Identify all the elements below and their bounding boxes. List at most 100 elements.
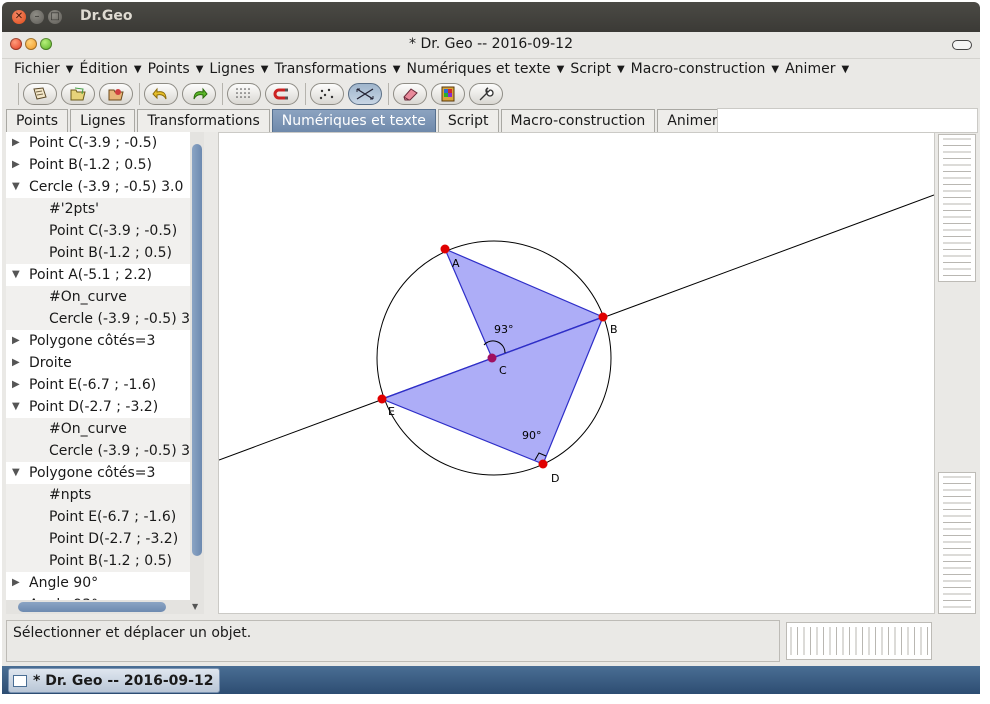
expanded-arrow-icon[interactable]: ▼ bbox=[12, 396, 20, 418]
tree-row-label: Angle 90° bbox=[29, 575, 99, 591]
collapse-toolbar-button[interactable] bbox=[952, 40, 972, 50]
new-document-button[interactable] bbox=[23, 83, 57, 105]
tree-row[interactable]: ▶ Point C(-3.9 ; -0.5) bbox=[6, 132, 190, 154]
tree-row[interactable]: Cercle (-3.9 ; -0.5) 3.0 bbox=[6, 308, 190, 330]
drawing-canvas[interactable]: 93° 90° A B C D E bbox=[218, 132, 935, 614]
collapsed-arrow-icon[interactable]: ▶ bbox=[12, 374, 20, 396]
collapsed-arrow-icon[interactable]: ▶ bbox=[12, 154, 20, 176]
menu-lignes[interactable]: Lignes ▼ bbox=[209, 61, 270, 77]
tree-row[interactable]: #'2pts' bbox=[6, 198, 190, 220]
menu-macro[interactable]: Macro-construction ▼ bbox=[631, 61, 781, 77]
palette-button[interactable] bbox=[431, 83, 465, 105]
tree-row-label: Point C(-3.9 ; -0.5) bbox=[29, 135, 158, 151]
point-a-label: A bbox=[452, 257, 460, 270]
point-a[interactable] bbox=[440, 244, 450, 254]
outer-window-title: Dr.Geo bbox=[80, 8, 133, 24]
point-d-label: D bbox=[551, 472, 559, 485]
tree-row-label: Point B(-1.2 ; 0.5) bbox=[29, 157, 152, 173]
collapsed-arrow-icon[interactable]: ▶ bbox=[12, 330, 20, 352]
expanded-arrow-icon[interactable]: ▼ bbox=[12, 462, 20, 484]
tree-row[interactable]: #npts bbox=[6, 484, 190, 506]
tree-row[interactable]: #On_curve bbox=[6, 418, 190, 440]
menu-points[interactable]: Points ▼ bbox=[148, 61, 206, 77]
axes-button[interactable] bbox=[348, 83, 382, 105]
expanded-arrow-icon[interactable]: ▼ bbox=[12, 264, 20, 286]
angle-93-label: 93° bbox=[494, 323, 514, 336]
scroll-down-icon[interactable]: ▼ bbox=[192, 602, 198, 611]
tree-row[interactable]: ▶ Polygone côtés=3 bbox=[6, 330, 190, 352]
grid-icon bbox=[236, 88, 250, 98]
menu-transformations[interactable]: Transformations ▼ bbox=[274, 61, 402, 77]
minimize-window-icon[interactable]: – bbox=[30, 10, 44, 24]
open-folder-icon bbox=[70, 87, 86, 101]
collapsed-arrow-icon[interactable]: ▶ bbox=[12, 352, 20, 374]
tree-horizontal-scrollbar[interactable] bbox=[6, 600, 190, 614]
points-button[interactable] bbox=[310, 83, 344, 105]
magnet-button[interactable] bbox=[265, 83, 299, 105]
tree-row[interactable]: #On_curve bbox=[6, 286, 190, 308]
status-bar: Sélectionner et déplacer un objet. bbox=[6, 620, 780, 662]
tree-row-label: Cercle (-3.9 ; -0.5) 3.0 bbox=[49, 311, 190, 327]
tree-row[interactable]: ▼ Polygone côtés=3 bbox=[6, 462, 190, 484]
collapsed-arrow-icon[interactable]: ▶ bbox=[12, 572, 20, 594]
eraser-button[interactable] bbox=[393, 83, 427, 105]
tab-script[interactable]: Script bbox=[437, 109, 499, 132]
tree-row[interactable]: ▶ Angle 90° bbox=[6, 572, 190, 594]
point-d[interactable] bbox=[538, 459, 548, 469]
tree-row[interactable]: ▼ Point D(-2.7 ; -3.2) bbox=[6, 396, 190, 418]
tree-row[interactable]: ▼ Cercle (-3.9 ; -0.5) 3.0 bbox=[6, 176, 190, 198]
taskbar-window-button[interactable]: * Dr. Geo -- 2016-09-12 bbox=[8, 668, 221, 693]
tree-row[interactable]: ▶ Point E(-6.7 ; -1.6) bbox=[6, 374, 190, 396]
tab-points[interactable]: Points bbox=[6, 109, 69, 132]
menu-dropdown-icon: ▼ bbox=[260, 63, 269, 75]
settings-button[interactable] bbox=[469, 83, 503, 105]
points-icon bbox=[319, 88, 334, 100]
tree-row[interactable]: Cercle (-3.9 ; -0.5) 3.0 bbox=[6, 440, 190, 462]
tab-transformations[interactable]: Transformations bbox=[137, 109, 270, 132]
point-c-label: C bbox=[499, 364, 507, 377]
point-e[interactable] bbox=[377, 394, 387, 404]
tree-row-label: Point A(-5.1 ; 2.2) bbox=[29, 267, 152, 283]
tree-row[interactable]: Point E(-6.7 ; -1.6) bbox=[6, 506, 190, 528]
menu-script[interactable]: Script ▼ bbox=[570, 61, 626, 77]
tree-row[interactable]: ▶ Droite bbox=[6, 352, 190, 374]
new-document-icon bbox=[33, 87, 47, 100]
grid-button[interactable] bbox=[227, 83, 261, 105]
menu-edition[interactable]: Édition ▼ bbox=[79, 61, 143, 77]
redo-button[interactable] bbox=[182, 83, 216, 105]
vertical-ruler-top bbox=[938, 134, 976, 282]
horizontal-scroll-thumb[interactable] bbox=[18, 602, 166, 612]
taskbar-window-label: * Dr. Geo -- 2016-09-12 bbox=[33, 672, 214, 689]
menu-numeriques[interactable]: Numériques et texte ▼ bbox=[406, 61, 566, 77]
maximize-window-icon[interactable]: □ bbox=[48, 10, 62, 24]
menu-animer[interactable]: Animer ▼ bbox=[785, 61, 851, 77]
tree-row[interactable]: ▼ Point A(-5.1 ; 2.2) bbox=[6, 264, 190, 286]
tree-row[interactable]: Point C(-3.9 ; -0.5) bbox=[6, 220, 190, 242]
tree-row[interactable]: ▶ Point B(-1.2 ; 0.5) bbox=[6, 154, 190, 176]
inner-titlebar: * Dr. Geo -- 2016-09-12 bbox=[2, 32, 980, 59]
point-b[interactable] bbox=[598, 312, 608, 322]
vertical-ruler-bottom bbox=[938, 472, 976, 614]
tree-row[interactable]: Point B(-1.2 ; 0.5) bbox=[6, 550, 190, 572]
menu-dropdown-icon: ▼ bbox=[841, 63, 850, 75]
tree-row[interactable]: Point B(-1.2 ; 0.5) bbox=[6, 242, 190, 264]
close-window-icon[interactable]: ✕ bbox=[12, 10, 26, 24]
menu-dropdown-icon: ▼ bbox=[771, 63, 780, 75]
tree-row-label: #npts bbox=[49, 487, 92, 503]
tree-row[interactable]: Point D(-2.7 ; -3.2) bbox=[6, 528, 190, 550]
tab-numeriques[interactable]: Numériques et texte bbox=[271, 109, 436, 132]
collapsed-arrow-icon[interactable]: ▶ bbox=[12, 132, 20, 154]
open-recent-button[interactable] bbox=[99, 83, 133, 105]
taskbar: * Dr. Geo -- 2016-09-12 bbox=[2, 666, 980, 694]
undo-button[interactable] bbox=[144, 83, 178, 105]
tab-lignes[interactable]: Lignes bbox=[70, 109, 136, 132]
tab-macro[interactable]: Macro-construction bbox=[500, 109, 656, 132]
window-title: * Dr. Geo -- 2016-09-12 bbox=[409, 36, 573, 52]
point-c[interactable] bbox=[487, 353, 497, 363]
tree-vertical-scrollbar[interactable]: ▼ bbox=[190, 132, 204, 614]
open-button[interactable] bbox=[61, 83, 95, 105]
geometry-figure[interactable]: 93° 90° A B C D E bbox=[218, 133, 935, 613]
menu-fichier[interactable]: Fichier ▼ bbox=[14, 61, 75, 77]
vertical-scroll-thumb[interactable] bbox=[192, 144, 202, 556]
expanded-arrow-icon[interactable]: ▼ bbox=[12, 176, 20, 198]
